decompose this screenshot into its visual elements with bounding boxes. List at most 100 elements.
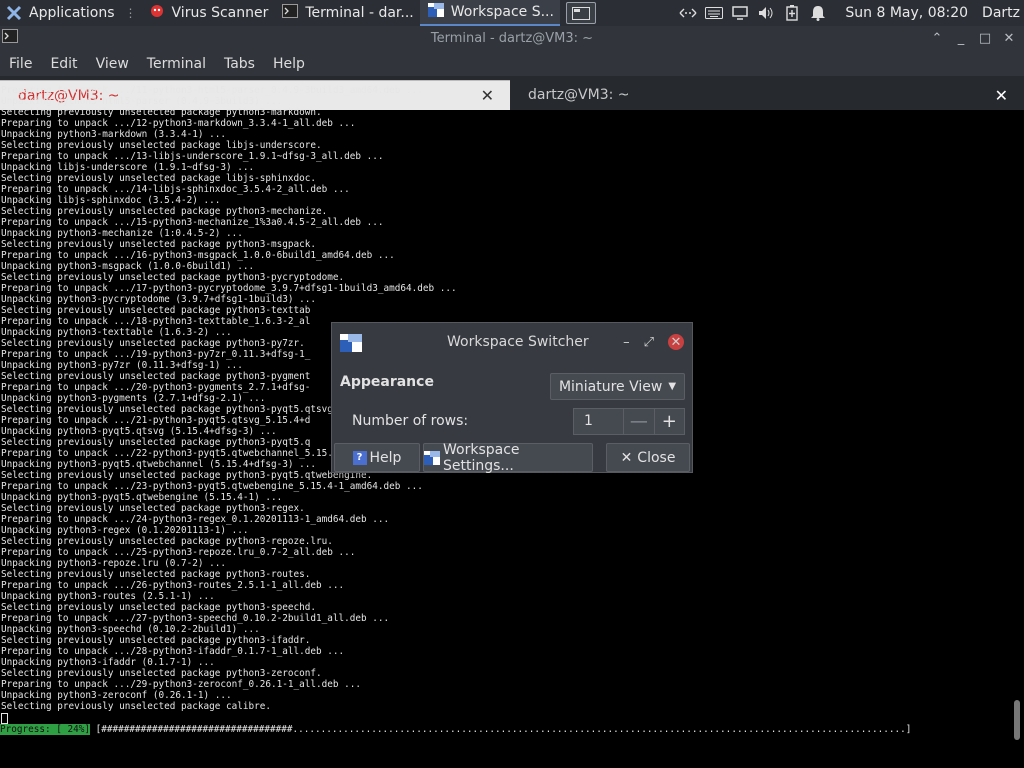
- terminal-line: Preparing to unpack .../29-python3-zeroc…: [1, 679, 362, 690]
- xfce-logo-icon: [6, 5, 22, 21]
- terminal-line: Selecting previously unselected package …: [1, 503, 305, 514]
- maximize-icon[interactable]: □: [976, 31, 994, 46]
- terminal-line: Unpacking python3-routes (2.5.1-1) ...: [1, 591, 215, 602]
- terminal-line: Selecting previously unselected package …: [1, 305, 311, 316]
- applications-label: Applications: [29, 5, 115, 21]
- task-terminal[interactable]: Terminal - dar...: [274, 0, 419, 26]
- notifications-bell-icon[interactable]: [805, 0, 831, 26]
- dialog-controls: – ⤢ ✕: [623, 334, 684, 350]
- workspace-icon: [427, 3, 444, 21]
- terminal-line: Preparing to unpack .../25-python3-repoz…: [1, 547, 356, 558]
- terminal-titlebar[interactable]: Terminal - dartz@VM3: ~ ⌃ _ □ ✕: [0, 26, 1024, 51]
- task-workspace-switcher[interactable]: Workspace S...: [419, 0, 560, 26]
- network-icon[interactable]: [675, 0, 701, 26]
- clock[interactable]: Sun 8 May, 08:20: [845, 5, 968, 21]
- terminal-line: Selecting previously unselected package …: [1, 602, 317, 613]
- window-controls: ⌃ _ □ ✕: [928, 26, 1018, 51]
- battery-icon[interactable]: [779, 0, 805, 26]
- virus-scanner-icon: [149, 3, 165, 23]
- terminal-line: Unpacking python3-pyqt5.qtwebengine (5.1…: [1, 492, 283, 503]
- window-title: Terminal - dartz@VM3: ~: [430, 31, 594, 46]
- appearance-label: Appearance: [340, 374, 434, 390]
- terminal-line: Preparing to unpack .../14-libjs-sphinxd…: [1, 184, 350, 195]
- help-button[interactable]: ? Help: [334, 443, 420, 472]
- chevron-down-icon: ▼: [668, 381, 677, 392]
- rows-value[interactable]: 1: [574, 409, 623, 434]
- menu-terminal[interactable]: Terminal: [138, 56, 215, 72]
- menu-file[interactable]: File: [0, 56, 41, 72]
- task-label: Workspace S...: [450, 4, 554, 20]
- separator-dots-icon: ⋮: [124, 6, 137, 20]
- task-virus-scanner[interactable]: Virus Scanner: [141, 0, 275, 26]
- terminal-line: Preparing to unpack .../11-python3-html5…: [1, 85, 423, 96]
- minimize-icon[interactable]: _: [952, 31, 970, 46]
- terminal-line: Preparing to unpack .../27-python3-speec…: [1, 613, 390, 624]
- rows-spinbox[interactable]: 1 — +: [573, 408, 685, 435]
- terminal-line: Unpacking python3-speechd (0.10.2-2build…: [1, 624, 260, 635]
- terminal-line: Unpacking python3-zeroconf (0.26.1-1) ..…: [1, 690, 232, 701]
- close-icon[interactable]: ✕: [1000, 31, 1018, 46]
- dialog-title: Workspace Switcher: [447, 334, 589, 350]
- display-icon[interactable]: [727, 0, 753, 26]
- terminal-line: Selecting previously unselected package …: [1, 206, 328, 217]
- volume-icon[interactable]: [753, 0, 779, 26]
- menu-help[interactable]: Help: [264, 56, 314, 72]
- workspace-switcher-button[interactable]: [565, 2, 596, 24]
- user-menu[interactable]: Dartz: [982, 5, 1020, 21]
- terminal-line: Preparing to unpack .../28-python3-ifadd…: [1, 646, 345, 657]
- terminal-icon: [2, 29, 18, 47]
- terminal-line: Preparing to unpack .../24-python3-regex…: [1, 514, 390, 525]
- scrollbar-thumb[interactable]: [1014, 700, 1020, 740]
- terminal-line: Unpacking python3-msgpack (1.0.0-6build1…: [1, 261, 255, 272]
- task-label: Virus Scanner: [171, 5, 269, 21]
- terminal-line: Unpacking python3-ifaddr (0.1.7-1) ...: [1, 657, 215, 668]
- terminal-line: Unpacking python3-regex (0.1.20201113-1)…: [1, 525, 249, 536]
- progress-label: Progress: [ 24%]: [0, 724, 91, 735]
- terminal-line: Selecting previously unselected package …: [1, 536, 333, 547]
- terminal-line: Preparing to unpack .../26-python3-route…: [1, 580, 345, 591]
- task-label: Terminal - dar...: [305, 5, 414, 21]
- keyboard-icon[interactable]: [701, 0, 727, 26]
- menu-edit[interactable]: Edit: [41, 56, 86, 72]
- help-icon: ?: [352, 450, 367, 465]
- shade-icon[interactable]: ⌃: [928, 31, 946, 46]
- terminal-line: Preparing to unpack .../15-python3-mecha…: [1, 217, 384, 228]
- desktop: { "panel": { "applications_label": "Appl…: [0, 0, 1024, 768]
- minimize-icon[interactable]: –: [623, 335, 630, 350]
- workspace-settings-button[interactable]: Workspace Settings...: [423, 441, 593, 474]
- workspace-icon: [340, 334, 362, 356]
- terminal-line: Preparing to unpack .../12-python3-markd…: [1, 118, 356, 129]
- system-tray: Sun 8 May, 08:20 Dartz: [675, 0, 1024, 26]
- progress-line: Progress: [ 24%] [######################…: [0, 724, 1024, 738]
- close-label: Close: [637, 449, 676, 466]
- workspace-switcher-dialog: Workspace Switcher – ⤢ ✕ Appearance Mini…: [331, 322, 693, 474]
- close-icon[interactable]: ✕: [668, 334, 684, 350]
- applications-menu-button[interactable]: Applications: [0, 0, 121, 26]
- terminal-line: Selecting previously unselected package …: [1, 569, 311, 580]
- increment-icon[interactable]: +: [653, 409, 684, 434]
- maximize-icon[interactable]: ⤢: [644, 335, 654, 350]
- terminal-line: Selecting previously unselected package …: [1, 239, 317, 250]
- terminal-line: Preparing to unpack .../13-libjs-undersc…: [1, 151, 384, 162]
- view-mode-dropdown[interactable]: Miniature View ▼: [550, 373, 685, 400]
- terminal-line: Preparing to unpack .../17-python3-pycry…: [1, 283, 457, 294]
- workspace-icon: [424, 450, 440, 465]
- terminal-line: Selecting previously unselected package …: [1, 173, 317, 184]
- menu-tabs[interactable]: Tabs: [215, 56, 264, 72]
- menu-bar: File Edit View Terminal Tabs Help: [0, 51, 1024, 76]
- terminal-icon: [282, 4, 299, 22]
- terminal-line: Selecting previously unselected package …: [1, 272, 345, 283]
- menu-view[interactable]: View: [87, 56, 138, 72]
- terminal-line: Unpacking python3-html5-parser (0.4.9-3b…: [1, 96, 283, 107]
- settings-label: Workspace Settings...: [443, 441, 520, 474]
- close-button[interactable]: ✕ Close: [606, 443, 690, 472]
- terminal-cursor: [1, 713, 8, 724]
- close-icon: ✕: [620, 449, 633, 466]
- terminal-line: Unpacking libjs-underscore (1.9.1~dfsg-3…: [1, 162, 255, 173]
- decrement-icon[interactable]: —: [623, 409, 653, 434]
- dialog-titlebar[interactable]: Workspace Switcher – ⤢ ✕: [332, 323, 692, 361]
- terminal-line: Unpacking python3-markdown (3.3.4-1) ...: [1, 129, 227, 140]
- terminal-line: Selecting previously unselected package …: [1, 635, 311, 646]
- terminal-line: Selecting previously unselected package …: [1, 140, 322, 151]
- help-label: Help: [369, 449, 402, 466]
